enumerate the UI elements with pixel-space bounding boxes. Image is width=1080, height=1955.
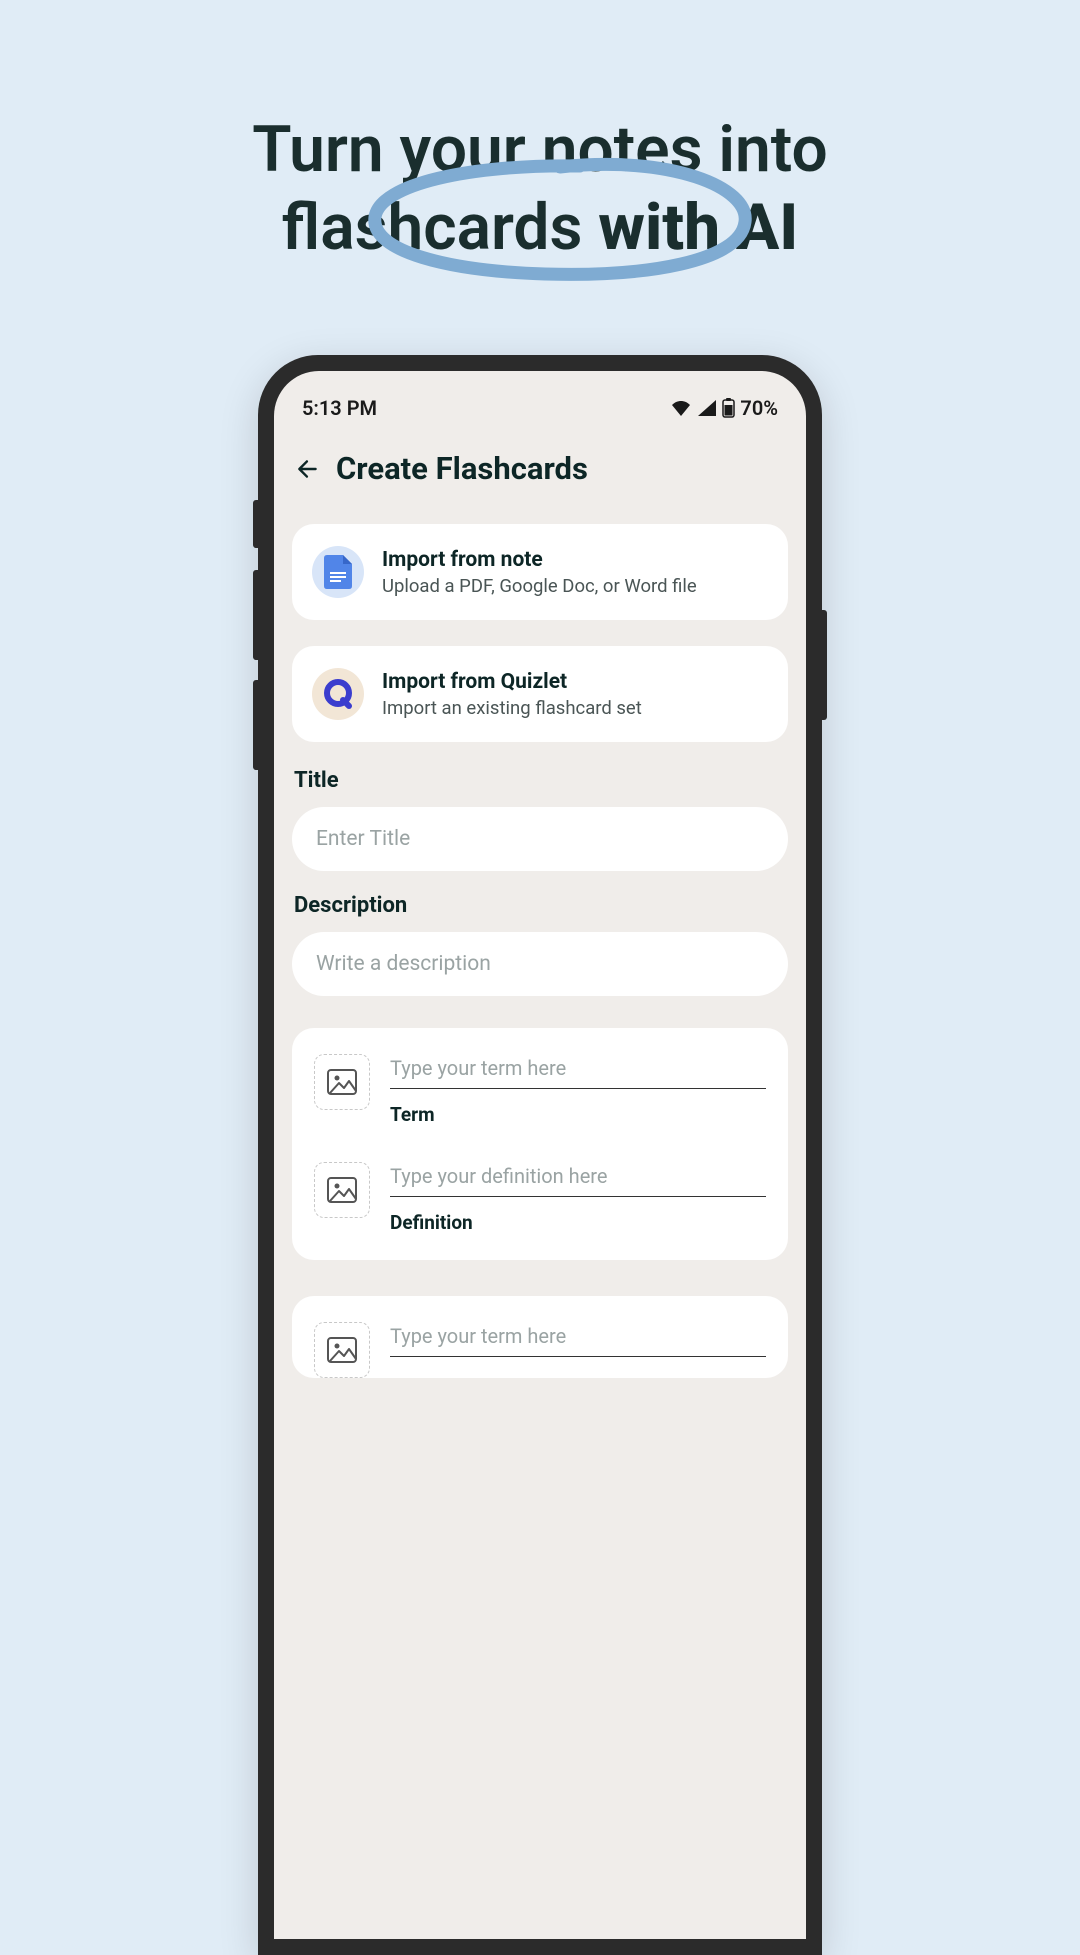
phone-frame: 5:13 PM 70% Create Flashcards <box>258 355 822 1955</box>
definition-image-upload[interactable] <box>314 1162 370 1218</box>
term-row: Term <box>314 1054 766 1126</box>
title-field-group: Title <box>292 768 788 871</box>
image-icon <box>327 1177 357 1203</box>
title-input[interactable] <box>292 807 788 871</box>
image-icon <box>327 1069 357 1095</box>
image-icon <box>327 1337 357 1363</box>
wifi-icon <box>670 399 692 417</box>
cellular-icon <box>697 399 717 417</box>
battery-icon <box>722 398 735 418</box>
phone-screen: 5:13 PM 70% Create Flashcards <box>274 371 806 1939</box>
arrow-left-icon <box>295 456 321 482</box>
phone-side-button <box>253 570 258 660</box>
back-button[interactable] <box>294 455 322 483</box>
description-label: Description <box>292 893 788 918</box>
quizlet-icon <box>322 678 354 710</box>
phone-side-button <box>253 500 258 548</box>
quizlet-icon-wrap <box>312 668 364 720</box>
document-icon <box>324 555 352 589</box>
import-from-quizlet-card[interactable]: Import from Quizlet Import an existing f… <box>292 646 788 742</box>
definition-input[interactable] <box>390 1162 766 1197</box>
title-label: Title <box>292 768 788 793</box>
definition-row: Definition <box>314 1162 766 1234</box>
flashcard-entry-card <box>292 1296 788 1378</box>
term-image-upload[interactable] <box>314 1054 370 1110</box>
page-title: Create Flashcards <box>336 450 588 487</box>
import-quizlet-title: Import from Quizlet <box>382 670 768 694</box>
content-area: Import from note Upload a PDF, Google Do… <box>274 502 806 1378</box>
term-image-upload[interactable] <box>314 1322 370 1378</box>
import-note-title: Import from note <box>382 548 768 572</box>
status-time: 5:13 PM <box>302 396 377 420</box>
flashcard-entry-card: Term Definition <box>292 1028 788 1260</box>
page-header: Create Flashcards <box>274 430 806 502</box>
term-sublabel: Term <box>390 1103 766 1126</box>
phone-side-button <box>253 680 258 770</box>
import-from-note-card[interactable]: Import from note Upload a PDF, Google Do… <box>292 524 788 620</box>
status-bar: 5:13 PM 70% <box>274 371 806 430</box>
doc-icon-wrap <box>312 546 364 598</box>
marketing-headline-line1: Turn your notes into <box>0 115 1080 185</box>
marketing-header: Turn your notes into flashcards with AI <box>0 0 1080 265</box>
term-input[interactable] <box>390 1054 766 1089</box>
definition-sublabel: Definition <box>390 1211 766 1234</box>
description-field-group: Description <box>292 893 788 996</box>
import-note-subtitle: Upload a PDF, Google Doc, or Word file <box>382 575 768 597</box>
term-input[interactable] <box>390 1322 766 1357</box>
description-input[interactable] <box>292 932 788 996</box>
status-icons: 70% <box>670 396 778 420</box>
marketing-headline-line2a: flashcards <box>282 190 599 265</box>
battery-percent: 70% <box>740 396 778 420</box>
import-quizlet-subtitle: Import an existing flashcard set <box>382 697 768 719</box>
marketing-headline-line2b: with AI <box>598 190 798 265</box>
phone-side-button <box>822 610 827 720</box>
term-row <box>314 1322 766 1378</box>
